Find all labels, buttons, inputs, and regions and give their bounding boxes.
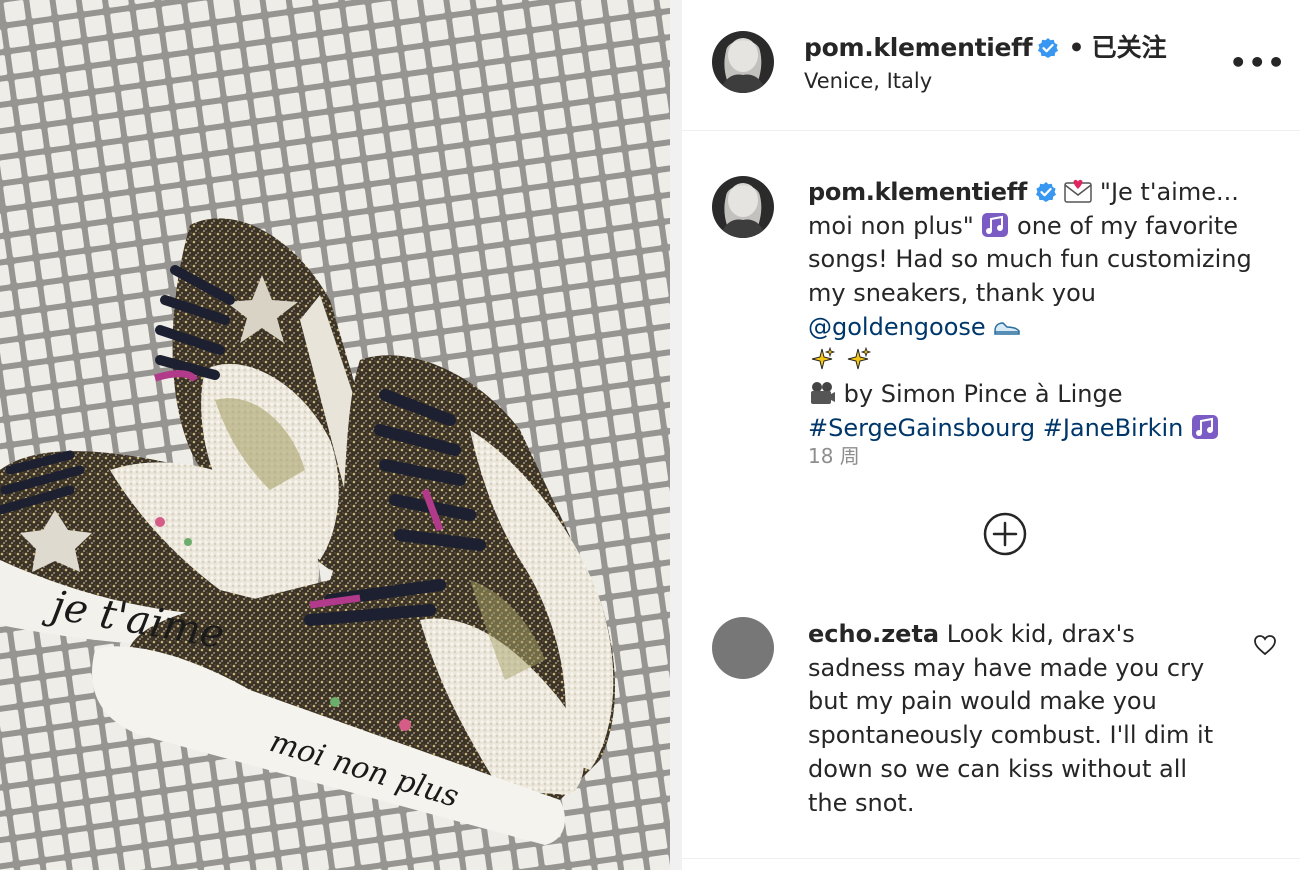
caption-avatar[interactable]: [712, 176, 774, 238]
follow-status[interactable]: 已关注: [1092, 33, 1167, 62]
comment-text: Look kid, drax's sadness may have made y…: [808, 620, 1214, 817]
post-image[interactable]: je t'aime moi non plus: [0, 0, 670, 870]
post-location[interactable]: Venice, Italy: [804, 69, 932, 93]
caption-text-3: by Simon Pince à Linge: [843, 380, 1123, 409]
sneaker-icon: [994, 322, 1021, 335]
comment-item: echo.zeta Look kid, drax's sadness may h…: [808, 618, 1228, 820]
author-username[interactable]: pom.klementieff: [804, 33, 1033, 62]
sparkles-icon: [847, 346, 871, 369]
commenter-avatar[interactable]: [712, 617, 774, 679]
music-notes-icon: [982, 212, 1009, 237]
sneakers-photo: je t'aime moi non plus: [0, 0, 670, 870]
panel-bottom-divider: [682, 858, 1300, 859]
load-more-comments-icon[interactable]: [982, 511, 1028, 557]
post-caption: pom.klementieff "Je t'aime... moi non pl…: [808, 176, 1278, 446]
post-header: pom.klementieff • 已关注 Venice, Italy •••: [682, 0, 1300, 131]
header-separator: •: [1068, 33, 1085, 62]
verified-badge-icon: [1038, 38, 1059, 58]
camera-icon: [811, 382, 835, 405]
mention-link[interactable]: @goldengoose: [808, 313, 986, 341]
post-timestamp[interactable]: 18 周: [808, 440, 860, 469]
panel-divider: [670, 0, 682, 870]
post-side-panel: pom.klementieff • 已关注 Venice, Italy ••• …: [682, 0, 1300, 870]
love-letter-icon: [1064, 179, 1093, 203]
music-notes-icon: [1192, 414, 1218, 439]
comment-username[interactable]: echo.zeta: [808, 620, 939, 648]
header-title-row: pom.klementieff • 已关注: [804, 28, 1167, 64]
hashtag-link[interactable]: #JaneBirkin: [1043, 414, 1184, 442]
verified-badge-icon: [1035, 182, 1056, 202]
more-options-icon[interactable]: •••: [1229, 46, 1286, 79]
sparkles-icon: [811, 346, 836, 369]
author-avatar[interactable]: [712, 31, 774, 93]
hashtag-link[interactable]: #SergeGainsbourg: [808, 414, 1035, 442]
caption-username[interactable]: pom.klementieff: [808, 178, 1027, 206]
like-comment-heart-icon[interactable]: [1253, 634, 1277, 656]
